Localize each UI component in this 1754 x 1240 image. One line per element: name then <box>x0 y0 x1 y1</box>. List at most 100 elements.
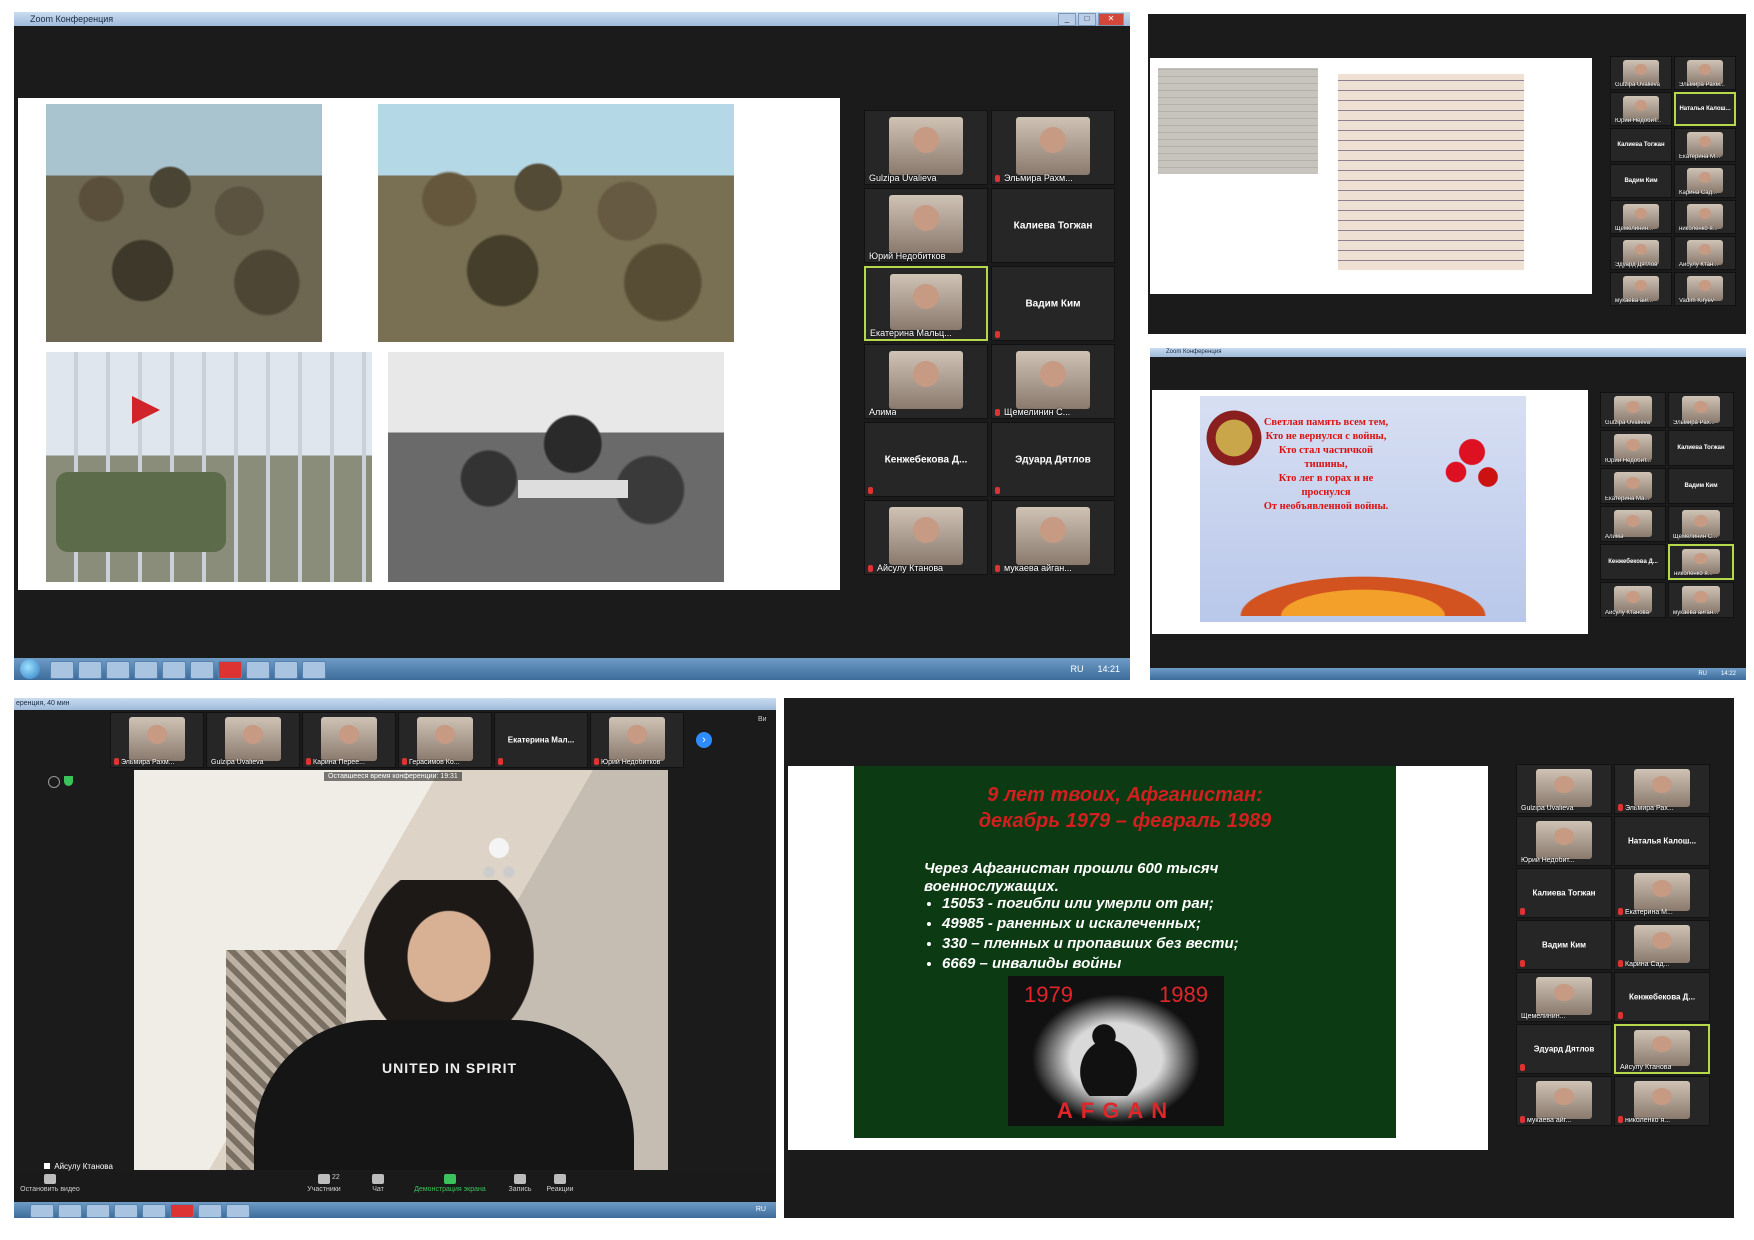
next-page-arrow-icon[interactable]: › <box>696 732 712 748</box>
participant-tile-active-speaker[interactable]: Наталья Калош... <box>1674 92 1736 126</box>
participant-tile[interactable]: мукаева айг... <box>1516 1076 1612 1126</box>
participant-tile[interactable]: Эльмира Рахм... <box>1674 56 1736 90</box>
participant-tile[interactable]: Эльмира Рахм... <box>991 110 1115 185</box>
maximize-button[interactable]: □ <box>1078 13 1096 26</box>
language-indicator[interactable]: RU <box>756 1202 766 1218</box>
participant-tile[interactable]: Калиева Тогжан <box>1516 868 1612 918</box>
participant-tile[interactable]: Калиева Тогжан <box>1668 430 1734 466</box>
participants-button[interactable]: 22 Участники <box>294 1174 354 1193</box>
participant-tile-active-speaker[interactable]: николенко я... <box>1668 544 1734 580</box>
stop-video-button[interactable]: Остановить видео <box>20 1174 80 1193</box>
taskbar-app[interactable] <box>106 661 130 679</box>
taskbar-app[interactable] <box>170 1204 194 1218</box>
participant-tile-active-speaker[interactable]: Айсулу Ктанова <box>1614 1024 1710 1074</box>
participant-tile[interactable]: Карина Перее... <box>302 712 396 768</box>
taskbar-app[interactable] <box>226 1204 250 1218</box>
participant-tile[interactable]: Эльмира Рах... <box>1614 764 1710 814</box>
participant-tile[interactable]: Эльмира Рахм... <box>110 712 204 768</box>
taskbar-app[interactable] <box>246 661 270 679</box>
taskbar-app[interactable] <box>274 661 298 679</box>
participant-tile[interactable]: Щемелинин... <box>1610 200 1672 234</box>
participant-tile[interactable]: Герасимов Ко... <box>398 712 492 768</box>
participant-tile[interactable]: Вадим Ким <box>1610 164 1672 198</box>
taskbar-app[interactable] <box>50 661 74 679</box>
participant-tile[interactable]: Екатерина Мал... <box>494 712 588 768</box>
reactions-button[interactable]: Реакции <box>530 1174 590 1193</box>
taskbar-app[interactable] <box>86 1204 110 1218</box>
participant-tile[interactable]: Юрий Недобит... <box>1516 816 1612 866</box>
shield-icon[interactable] <box>64 776 73 786</box>
taskbar-app[interactable] <box>78 661 102 679</box>
participant-tile[interactable]: Наталья Калош... <box>1614 816 1710 866</box>
participant-tile[interactable]: Айсулу Ктанова <box>1600 582 1666 618</box>
participant-tile[interactable]: Эдуард Дятлов <box>991 422 1115 497</box>
view-toggle[interactable]: Ви <box>758 716 767 723</box>
participant-tile[interactable]: мукаева айг... <box>1610 272 1672 306</box>
participant-tile[interactable]: Айсулу Ктанова <box>864 500 988 575</box>
participant-tile[interactable]: Gulzipa Uvalieva <box>1516 764 1612 814</box>
taskbar-app[interactable] <box>114 1204 138 1218</box>
gallery-grid: Gulzipa Uvalieva Эльмира Рах... Юрий Нед… <box>1516 764 1716 1126</box>
participant-tile[interactable]: Айсулу Ктан... <box>1674 236 1736 270</box>
participant-tile[interactable]: николенко я... <box>1614 1076 1710 1126</box>
language-indicator[interactable]: RU <box>1698 668 1707 680</box>
participant-tile[interactable]: николенко я... <box>1674 200 1736 234</box>
participant-tile[interactable]: Щемелинин С... <box>991 344 1115 419</box>
participant-tile[interactable]: Gulzipa Uvalieva <box>206 712 300 768</box>
participant-name: Герасимов Ко... <box>409 759 460 766</box>
participant-tile[interactable]: мукаева айган... <box>1668 582 1734 618</box>
participant-tile[interactable]: Вадим Ким <box>1516 920 1612 970</box>
participant-tile[interactable]: Щемелинин... <box>1516 972 1612 1022</box>
participant-tile[interactable]: Екатерина М... <box>1674 128 1736 162</box>
taskbar-app[interactable] <box>198 1204 222 1218</box>
participant-name: Gulzipa Uvalieva <box>211 759 264 766</box>
participant-tile[interactable]: Кенжебекова Д... <box>864 422 988 497</box>
participant-tile[interactable]: Юрий Недобит... <box>1600 430 1666 466</box>
minimize-button[interactable]: _ <box>1058 13 1076 26</box>
language-indicator[interactable]: RU <box>1070 658 1083 680</box>
taskbar-app[interactable] <box>142 1204 166 1218</box>
participant-tile[interactable]: Вадим Ким <box>991 266 1115 341</box>
participant-tile[interactable]: Gulzipa Uvalieva <box>864 110 988 185</box>
participant-tile[interactable]: Юрий Недобит... <box>1610 92 1672 126</box>
taskbar-app[interactable] <box>190 661 214 679</box>
participant-tile[interactable]: Калиева Тогжан <box>1610 128 1672 162</box>
taskbar-app[interactable] <box>162 661 186 679</box>
participant-tile[interactable]: Щемелинин С... <box>1668 506 1734 542</box>
participant-tile[interactable]: Эдуард Дятлов <box>1516 1024 1612 1074</box>
participant-tile[interactable]: Vadim Kiryev <box>1674 272 1736 306</box>
participant-tile-active-speaker[interactable]: Екатерина Мальц... <box>864 266 988 341</box>
participant-tile[interactable]: Алима <box>1600 506 1666 542</box>
info-icon[interactable] <box>48 776 60 788</box>
participant-tile[interactable]: Gulzipa Uvalieva <box>1600 392 1666 428</box>
taskbar-app[interactable] <box>30 1204 54 1218</box>
participant-tile[interactable]: Кенжебекова Д... <box>1614 972 1710 1022</box>
share-screen-button[interactable]: Демонстрация экрана <box>408 1174 492 1193</box>
participant-tile[interactable]: Карина Сад... <box>1674 164 1736 198</box>
participant-tile[interactable]: Карина Сад... <box>1614 920 1710 970</box>
close-button[interactable]: ✕ <box>1098 13 1124 26</box>
participant-tile[interactable]: Эльмира Рах... <box>1668 392 1734 428</box>
start-button[interactable] <box>20 659 40 679</box>
taskbar-app[interactable] <box>134 661 158 679</box>
chat-button[interactable]: Чат <box>348 1174 408 1193</box>
participant-tile[interactable]: Алима <box>864 344 988 419</box>
participant-tile[interactable]: Юрий Недобитков <box>864 188 988 263</box>
window-titlebar: Zoom Конференция _ □ ✕ <box>14 12 1130 26</box>
participant-tile[interactable]: Екатерина М... <box>1614 868 1710 918</box>
participant-tile[interactable]: Gulzipa Uvalieva <box>1610 56 1672 90</box>
taskbar-apps <box>50 661 326 679</box>
participant-tile[interactable]: Юрий Недобитков <box>590 712 684 768</box>
participant-tile[interactable]: Екатерина Ма... <box>1600 468 1666 504</box>
participant-tile[interactable]: Кенжебекова Д... <box>1600 544 1666 580</box>
participant-tile[interactable]: Калиева Тогжан <box>991 188 1115 263</box>
system-tray: RU 14:21 <box>1070 658 1120 680</box>
taskbar-app[interactable] <box>302 661 326 679</box>
participant-tile[interactable]: Вадим Ким <box>1668 468 1734 504</box>
red-flag-icon <box>132 396 160 424</box>
participant-tile[interactable]: мукаева айган... <box>991 500 1115 575</box>
participant-tile[interactable]: Эдуард Дятлов <box>1610 236 1672 270</box>
taskbar-app[interactable] <box>58 1204 82 1218</box>
taskbar-app[interactable] <box>218 661 242 679</box>
participant-name: Наталья Калош... <box>1627 836 1697 846</box>
